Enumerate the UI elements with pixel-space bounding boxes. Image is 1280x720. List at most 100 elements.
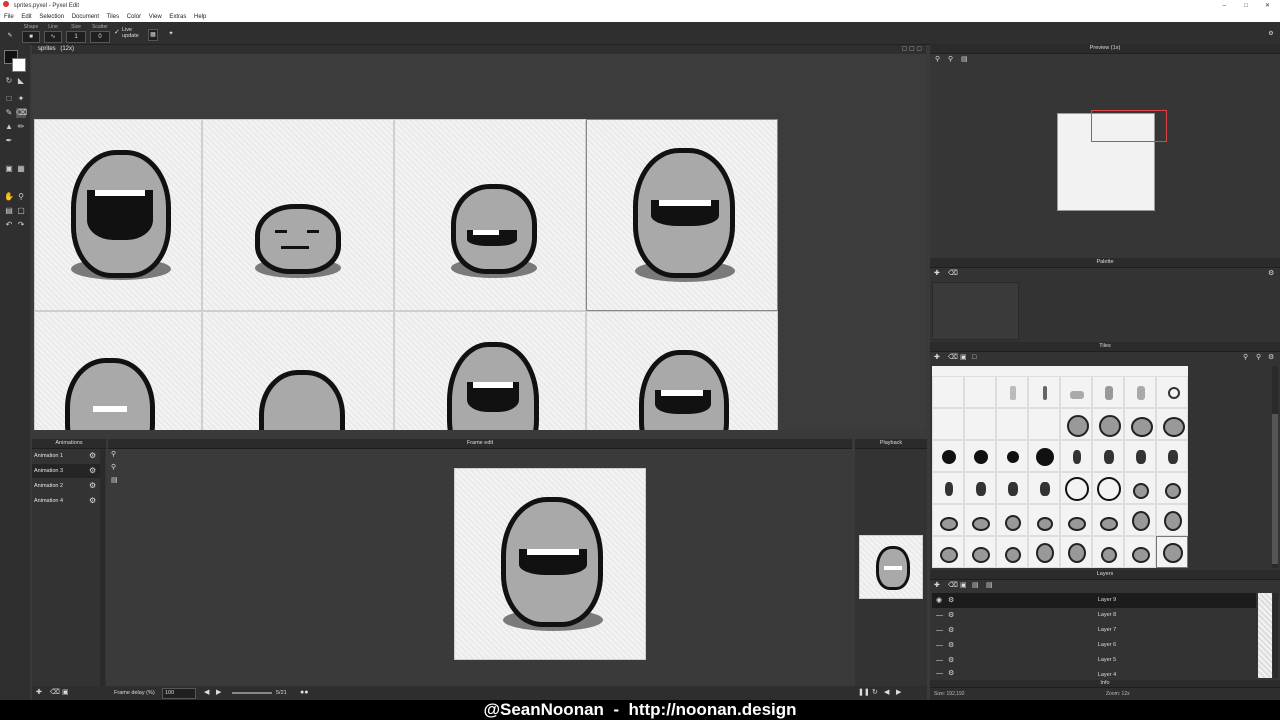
tile[interactable]: [1028, 472, 1060, 504]
tiles-scroll-thumb[interactable]: [1272, 414, 1278, 564]
tile[interactable]: [1060, 440, 1092, 472]
tile[interactable]: [1156, 504, 1188, 536]
palette-options-gear-icon[interactable]: ⚙: [1268, 270, 1274, 278]
frame-edit-canvas[interactable]: [454, 468, 646, 660]
tile[interactable]: [996, 440, 1028, 472]
tile[interactable]: [932, 536, 964, 568]
menu-edit[interactable]: Edit: [21, 14, 31, 20]
tile-copy-icon[interactable]: ▣: [960, 354, 967, 362]
sprite-frame-7[interactable]: [394, 311, 586, 430]
layer-row-7[interactable]: — ⚙ Layer 7: [932, 623, 1256, 638]
tile[interactable]: [932, 408, 964, 440]
tile[interactable]: [996, 504, 1028, 536]
close-icon[interactable]: ✕: [1265, 0, 1270, 12]
layer-gear-icon[interactable]: ⚙: [948, 670, 954, 678]
add-layer-icon[interactable]: ✚: [934, 582, 940, 590]
tile[interactable]: [1092, 376, 1124, 408]
eraser-tool-icon[interactable]: ⌫: [16, 108, 27, 118]
tile[interactable]: [964, 504, 996, 536]
tile[interactable]: [1092, 536, 1124, 568]
line-select[interactable]: Line ∿: [44, 24, 62, 43]
minimize-icon[interactable]: –: [1223, 0, 1226, 12]
tile[interactable]: [964, 408, 996, 440]
layer-row-6[interactable]: — ⚙ Layer 6: [932, 638, 1256, 653]
tile[interactable]: [932, 504, 964, 536]
redo-icon[interactable]: ↷: [16, 220, 26, 230]
tiles-grid[interactable]: [932, 366, 1188, 568]
tile[interactable]: [964, 440, 996, 472]
tile[interactable]: [1060, 408, 1092, 440]
tile[interactable]: [1156, 408, 1188, 440]
layer-row-4[interactable]: — ⚙ Layer 4: [932, 668, 1256, 678]
tile-selected[interactable]: [1156, 536, 1188, 568]
doc-window-controls[interactable]: ▢ ▢ ▢: [902, 45, 922, 54]
tile[interactable]: [1028, 376, 1060, 408]
layer-row-9[interactable]: ◉ ⚙ Layer 9: [932, 593, 1256, 608]
zoom-in-icon[interactable]: ⚲: [1243, 354, 1248, 362]
tile[interactable]: [1060, 504, 1092, 536]
tile[interactable]: [964, 536, 996, 568]
tile[interactable]: [1028, 408, 1060, 440]
zoom-out-icon[interactable]: ⚲: [948, 56, 953, 64]
visibility-toggle-icon[interactable]: —: [936, 612, 943, 620]
zoom-in-icon[interactable]: ⚲: [935, 56, 940, 64]
loop-icon[interactable]: ↻: [872, 689, 878, 697]
tile[interactable]: [1028, 440, 1060, 472]
tile[interactable]: [1092, 440, 1124, 472]
tile[interactable]: [1124, 504, 1156, 536]
tile[interactable]: [932, 376, 964, 408]
tile[interactable]: [932, 440, 964, 472]
tile-mode-icon[interactable]: ▦: [148, 24, 158, 42]
fill-bucket-icon[interactable]: ▲: [4, 122, 14, 132]
maximize-icon[interactable]: □: [1244, 0, 1248, 12]
duplicate-layer-icon[interactable]: ▣: [960, 582, 967, 590]
document-tab[interactable]: sprites (12x) ▢ ▢ ▢: [32, 45, 926, 54]
tile[interactable]: [1028, 504, 1060, 536]
tile[interactable]: [1156, 376, 1188, 408]
pencil-icon[interactable]: ✎: [4, 108, 14, 118]
secondary-color-swatch[interactable]: [12, 58, 26, 72]
tile-picker-icon[interactable]: ▤: [4, 206, 14, 216]
tile[interactable]: [1060, 376, 1092, 408]
live-update-toggle[interactable]: ✓ Live update: [114, 24, 144, 42]
menu-document[interactable]: Document: [72, 14, 99, 20]
tile[interactable]: [996, 536, 1028, 568]
gear-icon[interactable]: ⚙: [89, 452, 97, 460]
tiles-gear-icon[interactable]: ⚙: [1268, 354, 1274, 362]
zoom-in-icon[interactable]: ⚲: [111, 451, 116, 459]
tile[interactable]: [996, 376, 1028, 408]
menu-extras[interactable]: Extras: [169, 14, 186, 20]
layer-gear-icon[interactable]: ⚙: [948, 657, 954, 665]
main-canvas[interactable]: [32, 54, 926, 430]
layer-gear-icon[interactable]: ⚙: [948, 627, 954, 635]
fit-icon[interactable]: ▤: [961, 56, 968, 64]
tile[interactable]: [1156, 440, 1188, 472]
trash-icon[interactable]: ⌫: [948, 582, 958, 590]
fit-icon[interactable]: ▤: [111, 477, 118, 485]
visibility-toggle-icon[interactable]: —: [936, 642, 943, 650]
select-rect-icon[interactable]: □: [4, 94, 14, 104]
menu-view[interactable]: View: [149, 14, 162, 20]
hand-icon[interactable]: ✋: [4, 192, 14, 202]
tile-grid-icon[interactable]: □: [972, 354, 976, 362]
layers-scrollbar[interactable]: [1273, 593, 1278, 678]
tile[interactable]: [1092, 504, 1124, 536]
zoom-out-icon[interactable]: ⚲: [1256, 354, 1261, 362]
wand-icon[interactable]: ✦: [166, 24, 176, 42]
sprite-frame-1[interactable]: [34, 119, 202, 311]
menu-color[interactable]: Color: [127, 14, 141, 20]
tile[interactable]: [1124, 408, 1156, 440]
zoom-out-icon[interactable]: ⚲: [111, 464, 116, 472]
add-tile-icon[interactable]: ✚: [934, 354, 940, 362]
visibility-toggle-icon[interactable]: —: [936, 657, 943, 665]
tile[interactable]: [1028, 536, 1060, 568]
next-frame-icon[interactable]: ▶: [216, 689, 221, 697]
tile[interactable]: [1060, 536, 1092, 568]
scatter-select[interactable]: Scatter 0: [90, 24, 110, 43]
menu-file[interactable]: File: [4, 14, 14, 20]
zoom-icon[interactable]: ⚲: [16, 192, 26, 202]
frame-delay-input[interactable]: 100: [162, 688, 196, 699]
sprite-frame-5[interactable]: [34, 311, 202, 430]
eraser-icon[interactable]: ✎: [4, 24, 16, 42]
eye-icon[interactable]: ◉: [936, 597, 942, 605]
